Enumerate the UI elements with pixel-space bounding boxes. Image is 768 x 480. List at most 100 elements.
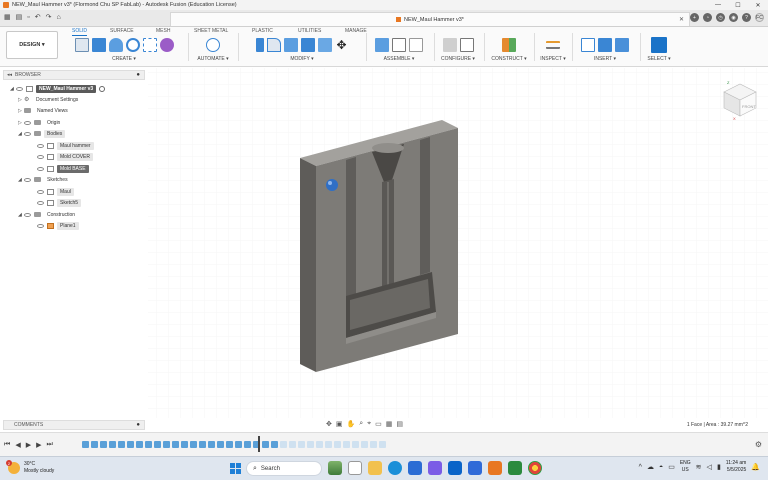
language-indicator[interactable]: ENG US (680, 460, 691, 474)
timeline-feature[interactable] (235, 441, 242, 448)
home-icon[interactable]: ⌂ (56, 14, 60, 21)
tab-mesh[interactable]: MESH (156, 28, 170, 34)
visibility-eye-icon[interactable] (24, 120, 31, 125)
timeline-feature[interactable] (172, 441, 179, 448)
document-tab[interactable]: NEW_Maul Hammer v3* ✕ (170, 12, 690, 26)
visibility-eye-icon[interactable] (37, 166, 44, 171)
timeline-feature-suppressed[interactable] (307, 441, 314, 448)
onedrive-icon[interactable]: ◓ (659, 464, 663, 471)
widgets-app-icon[interactable] (328, 461, 342, 475)
weather-widget[interactable]: 2 30°C Mostly cloudy (6, 460, 54, 475)
comments-panel-header[interactable]: COMMENTS ● (3, 420, 145, 430)
extensions-icon[interactable]: ◔ (703, 13, 712, 22)
file-explorer-icon[interactable] (368, 461, 382, 475)
job-status-icon[interactable]: ◷ (716, 13, 725, 22)
timeline-feature-suppressed[interactable] (325, 441, 332, 448)
3d-viewport[interactable] (148, 68, 768, 418)
close-button[interactable]: ✕ (748, 0, 768, 10)
new-component-icon[interactable] (375, 38, 389, 52)
tree-item-maul-hammer[interactable]: Maul hammer (37, 141, 94, 150)
tree-item-construction[interactable]: ◢ Construction (18, 210, 78, 219)
file-menu-icon[interactable]: ▤ (16, 13, 23, 21)
cloud-icon[interactable]: ☁ (647, 463, 654, 471)
pan-icon[interactable]: ✋ (347, 420, 356, 428)
visibility-eye-icon[interactable] (16, 86, 23, 91)
tree-item-sketch-maul[interactable]: Maul (37, 187, 74, 196)
tab-plastic[interactable]: PLASTIC (252, 28, 273, 34)
grid-settings-icon[interactable]: ▦ (386, 420, 393, 428)
joint-icon[interactable] (392, 38, 406, 52)
save-icon[interactable]: ▫ (27, 14, 29, 21)
press-pull-icon[interactable] (255, 38, 264, 52)
tree-item-sketches[interactable]: ◢ Sketches (18, 175, 71, 184)
tree-item-plane1[interactable]: Plane1 (37, 221, 79, 230)
close-tab-icon[interactable]: ✕ (679, 16, 684, 23)
add-comment-icon[interactable]: ● (136, 422, 140, 428)
start-button[interactable] (230, 463, 241, 474)
wifi-icon[interactable]: ≋ (696, 463, 702, 471)
timeline-feature[interactable] (82, 441, 89, 448)
undo-icon[interactable]: ↶ (35, 13, 41, 21)
tree-item-mold-base[interactable]: Mold BASE (37, 164, 89, 173)
revolve-icon[interactable] (108, 38, 123, 52)
timeline-feature[interactable] (109, 441, 116, 448)
tree-item-named-views[interactable]: ▷ Named Views (18, 106, 71, 115)
orbit-icon[interactable]: ✥ (326, 420, 332, 428)
timeline-forward-icon[interactable]: ▶ (36, 441, 41, 449)
as-built-joint-icon[interactable] (409, 38, 423, 52)
teams-icon[interactable] (508, 461, 522, 475)
timeline-feature-suppressed[interactable] (370, 441, 377, 448)
timeline-feature[interactable] (208, 441, 215, 448)
fit-icon[interactable]: ⌖ (367, 420, 371, 428)
automate-icon[interactable] (206, 38, 220, 52)
inspect-menu[interactable]: INSPECT ▾ (536, 56, 570, 62)
timeline-feature[interactable] (271, 441, 278, 448)
move-copy-icon[interactable]: ✥ (335, 38, 349, 52)
power-icon[interactable]: ▮ (717, 463, 721, 471)
visibility-eye-icon[interactable] (37, 154, 44, 159)
assemble-menu[interactable]: ASSEMBLE ▾ (368, 56, 430, 62)
workspace-switcher-button[interactable]: DESIGN ▾ (6, 31, 58, 59)
timeline-feature[interactable] (136, 441, 143, 448)
clock[interactable]: 11:24 am 5/5/2025 (726, 460, 746, 474)
taskbar-search[interactable]: ⌕ Search (246, 461, 322, 476)
activate-radio-icon[interactable] (99, 85, 106, 92)
fusion-taskbar-icon[interactable] (488, 461, 502, 475)
timeline-feature[interactable] (118, 441, 125, 448)
tree-root[interactable]: ◢ NEW_Maul Hammer v3 (10, 84, 106, 93)
look-at-icon[interactable]: ▣ (336, 420, 343, 428)
timeline-feature-suppressed[interactable] (352, 441, 359, 448)
timeline-feature-suppressed[interactable] (298, 441, 305, 448)
extrude-icon[interactable] (91, 38, 106, 52)
display-settings-icon[interactable]: ▭ (375, 420, 382, 428)
combine-icon[interactable] (317, 38, 332, 52)
shell-icon[interactable] (300, 38, 315, 52)
timeline-feature[interactable] (91, 441, 98, 448)
tree-item-document-settings[interactable]: ▷ ⚙ Document Settings (18, 95, 81, 104)
mold-base-body[interactable] (300, 120, 458, 372)
tree-item-bodies[interactable]: ◢ Bodies (18, 129, 66, 138)
visibility-eye-icon[interactable] (24, 212, 31, 217)
timeline-feature[interactable] (163, 441, 170, 448)
modify-menu[interactable]: MODIFY ▾ (242, 56, 362, 62)
timeline-back-icon[interactable]: ◀ (15, 441, 20, 449)
data-panel-icon[interactable]: ▦ (4, 13, 11, 21)
timeline-feature[interactable] (127, 441, 134, 448)
insert-derive-icon[interactable] (581, 38, 595, 52)
volume-icon[interactable]: ◁ (707, 463, 712, 471)
tab-surface[interactable]: SURFACE (110, 28, 134, 34)
help-icon[interactable]: ? (742, 13, 751, 22)
timeline-feature[interactable] (100, 441, 107, 448)
timeline-feature-suppressed[interactable] (289, 441, 296, 448)
store-icon[interactable] (408, 461, 422, 475)
timeline-feature-suppressed[interactable] (343, 441, 350, 448)
pin-icon[interactable]: ● (136, 72, 140, 78)
configure-menu[interactable]: CONFIGURE ▾ (436, 56, 480, 62)
tree-item-origin[interactable]: ▷ Origin (18, 118, 63, 127)
mail-icon[interactable] (468, 461, 482, 475)
pattern-icon[interactable] (142, 38, 157, 52)
tab-sheet-metal[interactable]: SHEET METAL (194, 28, 228, 34)
timeline-feature-suppressed[interactable] (361, 441, 368, 448)
collapse-icon[interactable]: ◂◂ (7, 72, 12, 78)
timeline-settings-icon[interactable]: ⚙ (755, 440, 762, 449)
